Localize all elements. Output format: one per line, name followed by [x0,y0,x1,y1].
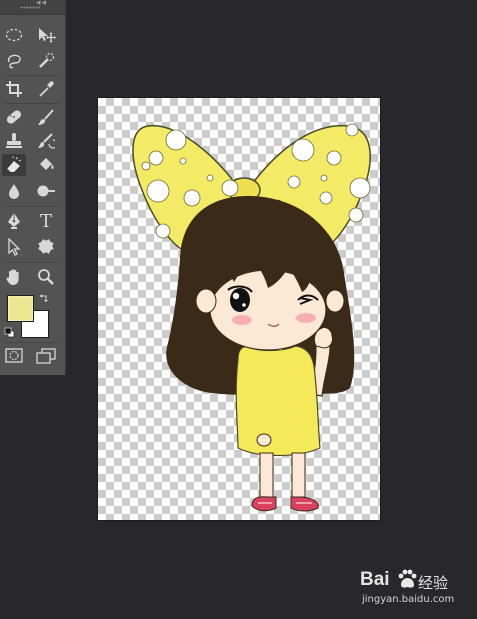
eraser-tool-icon[interactable] [2,154,26,176]
clone-stamp-tool-icon[interactable] [2,130,26,152]
document-canvas[interactable] [98,98,380,520]
separator [4,342,60,343]
blur-tool-icon[interactable] [2,180,26,202]
collapse-arrows-icon[interactable]: ◂◂ [36,0,47,8]
zoom-tool-icon[interactable] [34,266,58,288]
spot-healing-brush-tool-icon[interactable] [2,106,26,128]
tools-panel: ◂◂ T [0,0,66,375]
elliptical-marquee-tool-icon[interactable] [2,24,26,46]
hand-tool-icon[interactable] [2,266,26,288]
separator [4,262,60,263]
path-selection-tool-icon[interactable] [2,236,26,258]
quick-mask-mode-icon[interactable] [2,345,26,367]
right-leg [291,452,306,498]
separator [4,75,60,76]
paw-logo-icon [396,568,418,595]
default-colors-icon[interactable] [4,325,15,343]
move-tool-icon[interactable] [34,24,58,46]
separator [4,206,60,207]
watermark-brand-suffix: 经验 [418,574,449,592]
watermark-url: jingyan.baidu.com [362,594,455,605]
dodge-tool-icon[interactable] [34,180,58,202]
left-leg [259,452,274,498]
yellow-dress [235,345,321,457]
baidu-jingyan-watermark: Bai 经验 jingyan.baidu.com [360,563,470,611]
quick-selection-tool-icon[interactable] [34,50,58,72]
brush-tool-icon[interactable] [34,106,58,128]
history-brush-tool-icon[interactable] [34,130,58,152]
watermark-brand: Bai [360,569,390,590]
foreground-color-swatch[interactable] [7,295,34,322]
custom-shape-tool-icon[interactable] [34,236,58,258]
swap-colors-icon[interactable] [38,291,50,309]
pen-tool-icon[interactable] [2,210,26,232]
open-eye [230,288,250,312]
panel-grip[interactable]: ◂◂ [0,0,65,15]
right-shoe [290,496,319,512]
type-tool-icon[interactable]: T [34,210,58,232]
eyedropper-tool-icon[interactable] [34,78,58,100]
screen-mode-icon[interactable] [34,345,58,367]
cartoon-girl-image [132,123,371,512]
left-shoe [251,496,277,512]
type-tool-glyph: T [39,210,52,232]
separator [4,103,60,104]
lasso-tool-icon[interactable] [2,50,26,72]
crop-tool-icon[interactable] [2,78,26,100]
paint-bucket-tool-icon[interactable] [34,154,58,176]
